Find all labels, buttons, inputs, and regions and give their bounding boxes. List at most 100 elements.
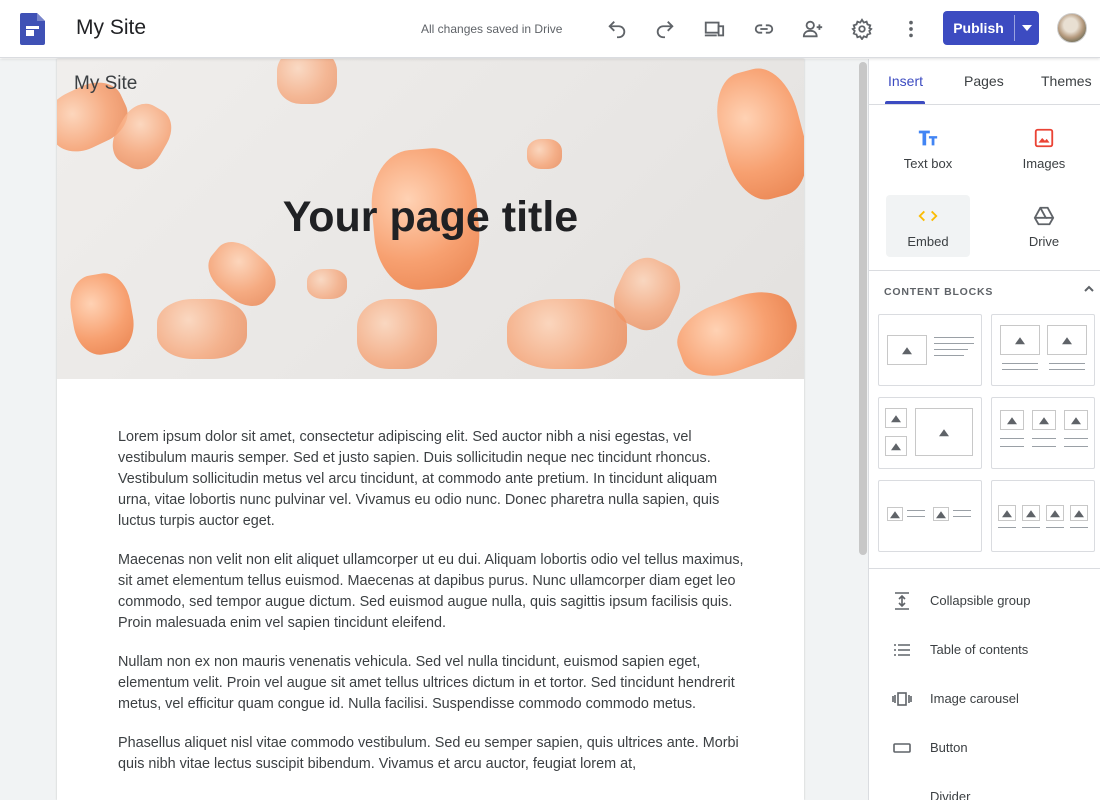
text-content-section[interactable]: Lorem ipsum dolor sit amet, consectetur … (118, 427, 748, 793)
header-site-name[interactable]: My Site (74, 73, 137, 95)
panel-tabs: Insert Pages Themes (869, 59, 1100, 105)
divider-icon (892, 788, 912, 800)
text-box-tool[interactable]: Text box (886, 117, 970, 179)
image-placeholder-icon (1022, 505, 1040, 521)
paragraph[interactable]: Phasellus aliquet nisl vitae commodo ves… (118, 733, 748, 775)
site-page: My Site Your page title Lorem ipsum dolo… (57, 59, 804, 800)
image-placeholder-icon (885, 436, 907, 456)
gummy-bear-decoration (507, 299, 627, 369)
image-placeholder-icon (1032, 410, 1056, 430)
image-placeholder-icon (1070, 505, 1088, 521)
panel-divider (869, 270, 1100, 271)
chevron-up-icon[interactable] (1082, 282, 1096, 296)
insert-button[interactable]: Button (869, 728, 1100, 768)
canvas-scrollbar[interactable] (859, 62, 867, 555)
paragraph[interactable]: Maecenas non velit non elit aliquet ulla… (118, 550, 748, 634)
image-placeholder-icon (1000, 410, 1024, 430)
images-label: Images (1022, 156, 1066, 171)
undo-icon[interactable] (603, 15, 631, 43)
text-line (934, 343, 974, 344)
text-line (1046, 527, 1064, 528)
images-icon (1034, 128, 1054, 148)
text-line (907, 510, 925, 511)
image-placeholder-icon (1046, 505, 1064, 521)
text-line (1064, 446, 1088, 447)
table-of-contents-icon (894, 644, 910, 656)
text-line (934, 349, 968, 350)
image-carousel-label: Image carousel (930, 691, 1019, 706)
text-box-label: Text box (903, 156, 953, 171)
drive-label: Drive (1028, 234, 1060, 249)
settings-gear-icon[interactable] (848, 15, 876, 43)
image-placeholder-icon (887, 507, 903, 521)
redo-icon[interactable] (651, 15, 679, 43)
gummy-bear-decoration (157, 299, 247, 359)
panel-divider (869, 568, 1100, 569)
text-line (1002, 369, 1038, 370)
tab-themes[interactable]: Themes (1041, 73, 1092, 89)
paragraph[interactable]: Lorem ipsum dolor sit amet, consectetur … (118, 427, 748, 532)
button-label: Button (930, 740, 968, 755)
image-placeholder-icon (933, 507, 949, 521)
page-header-banner[interactable]: My Site Your page title (57, 59, 804, 379)
text-line (1070, 527, 1088, 528)
text-line (1002, 363, 1038, 364)
text-line (1049, 363, 1085, 364)
content-block-image-text[interactable] (878, 314, 982, 386)
top-bar: My Site All changes saved in Drive Publi… (0, 0, 1100, 58)
text-line (953, 510, 971, 511)
content-block-image-list[interactable] (878, 480, 982, 552)
site-name[interactable]: My Site (76, 16, 146, 40)
gummy-bear-decoration (706, 60, 804, 208)
publish-dropdown-button[interactable] (1015, 11, 1039, 45)
drive-tool[interactable]: Drive (1002, 195, 1086, 257)
publish-label[interactable]: Publish (943, 11, 1014, 45)
google-sites-logo-icon[interactable] (20, 13, 45, 45)
insert-collapsible-group[interactable]: Collapsible group (869, 581, 1100, 621)
drive-icon (1033, 206, 1055, 226)
image-carousel-icon (892, 692, 912, 706)
caret-down-icon (1022, 25, 1032, 31)
text-line (934, 355, 964, 356)
save-status: All changes saved in Drive (421, 22, 563, 36)
text-box-icon (918, 130, 938, 146)
image-placeholder-icon (887, 335, 927, 365)
text-line (998, 527, 1016, 528)
page-title[interactable]: Your page title (57, 193, 804, 242)
text-line (1000, 438, 1024, 439)
text-line (1032, 438, 1056, 439)
preview-devices-icon[interactable] (700, 15, 728, 43)
text-line (1022, 527, 1040, 528)
text-line (953, 516, 971, 517)
text-line (1000, 446, 1024, 447)
share-add-person-icon[interactable] (799, 15, 827, 43)
button-icon (893, 743, 911, 753)
image-placeholder-icon (1064, 410, 1088, 430)
content-block-three-images[interactable] (991, 397, 1095, 469)
divider-label: Divider (930, 789, 971, 800)
content-block-two-images[interactable] (991, 314, 1095, 386)
content-blocks-heading: CONTENT BLOCKS (884, 286, 994, 298)
gummy-bear-decoration (527, 139, 562, 169)
link-icon[interactable] (750, 15, 778, 43)
embed-tool[interactable]: Embed (886, 195, 970, 257)
tab-insert[interactable]: Insert (888, 73, 923, 89)
gummy-bear-decoration (277, 59, 337, 104)
collapsible-group-icon (895, 592, 909, 610)
image-placeholder-icon (915, 408, 973, 456)
image-placeholder-icon (885, 408, 907, 428)
content-block-image-grid[interactable] (878, 397, 982, 469)
content-block-four-images[interactable] (991, 480, 1095, 552)
insert-divider[interactable]: Divider (869, 777, 1100, 800)
tab-pages[interactable]: Pages (964, 73, 1004, 89)
insert-panel: Insert Pages Themes Text box Images Embe… (868, 59, 1100, 800)
embed-label: Embed (907, 234, 949, 249)
images-tool[interactable]: Images (1002, 117, 1086, 179)
more-vert-icon[interactable] (897, 15, 925, 43)
account-avatar[interactable] (1057, 13, 1087, 43)
gummy-bear-decoration (668, 280, 804, 379)
gummy-bear-decoration (357, 299, 437, 369)
paragraph[interactable]: Nullam non ex non mauris venenatis vehic… (118, 652, 748, 715)
insert-table-of-contents[interactable]: Table of contents (869, 630, 1100, 670)
insert-image-carousel[interactable]: Image carousel (869, 679, 1100, 719)
